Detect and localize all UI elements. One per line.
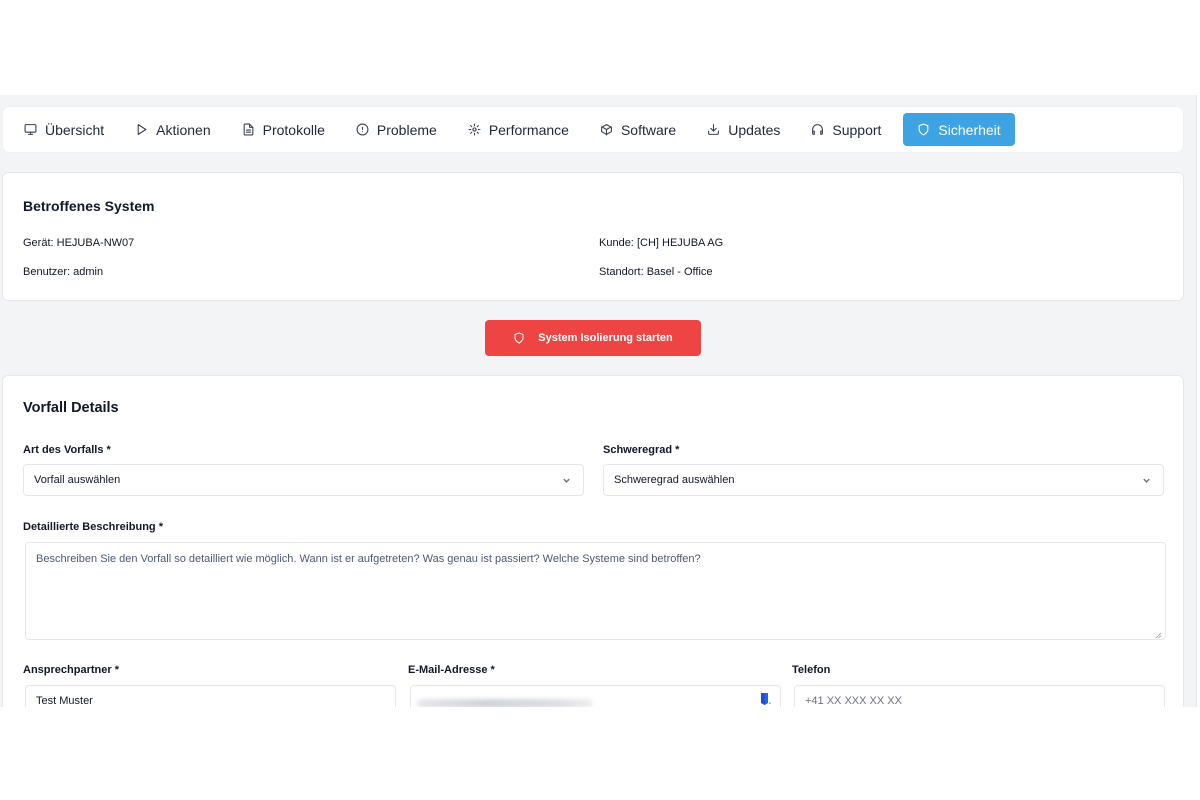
description-textarea[interactable]: Beschreiben Sie den Vorfall so detaillie… [25, 542, 1166, 640]
start-isolation-button[interactable]: System Isolierung starten [485, 320, 701, 356]
location-value: Basel - Office [646, 266, 713, 278]
severity-label: Schweregrad * [603, 444, 680, 456]
incident-details-title: Vorfall Details [23, 400, 119, 416]
scrollbar-track [1196, 95, 1197, 707]
alert-circle-icon [356, 123, 369, 136]
app-root: Übersicht Aktionen Protokolle Probleme P… [0, 95, 1196, 707]
tab-label: Updates [728, 121, 781, 138]
user-value: admin [73, 266, 104, 278]
tab-uebersicht[interactable]: Übersicht [15, 113, 113, 146]
phone-label: Telefon [792, 664, 831, 676]
tab-performance[interactable]: Performance [459, 113, 578, 146]
redacted-email-value [417, 699, 593, 707]
device-value: HEJUBA-NW07 [56, 237, 135, 249]
tab-updates[interactable]: Updates [698, 113, 789, 146]
phone-placeholder: +41 XX XXX XX XX [805, 695, 902, 707]
incident-details-card: Vorfall Details Art des Vorfalls * Vorfa… [2, 375, 1184, 707]
description-placeholder: Beschreiben Sie den Vorfall so detaillie… [36, 553, 701, 565]
tab-bar: Übersicht Aktionen Protokolle Probleme P… [2, 106, 1184, 153]
customer-key: Kunde: [599, 237, 634, 249]
user-info: Benutzer: admin [23, 266, 103, 278]
phone-input[interactable]: +41 XX XXX XX XX [794, 685, 1165, 707]
file-text-icon [243, 123, 253, 136]
tab-label: Protokolle [262, 121, 325, 138]
tab-label: Probleme [376, 121, 437, 138]
chevron-down-icon [562, 476, 571, 485]
incident-type-value: Vorfall auswählen [34, 474, 121, 486]
tab-label: Übersicht [45, 121, 105, 138]
affected-system-card: Betroffenes System Gerät: HEJUBA-NW07 Be… [2, 172, 1184, 301]
tab-label: Aktionen [156, 121, 211, 138]
play-icon [137, 124, 147, 135]
device-info: Gerät: HEJUBA-NW07 [23, 237, 134, 249]
tab-protokolle[interactable]: Protokolle [233, 113, 334, 146]
monitor-icon [24, 124, 37, 135]
headphones-icon [812, 124, 824, 135]
contact-value: Test Muster [36, 695, 93, 707]
severity-value: Schweregrad auswählen [614, 474, 735, 486]
location-info: Standort: Basel - Office [599, 266, 713, 278]
tab-label: Software [620, 121, 677, 138]
email-input[interactable] [410, 685, 781, 707]
start-isolation-label: System Isolierung starten [538, 332, 673, 344]
shield-icon [919, 123, 929, 136]
tab-support[interactable]: Support [802, 113, 890, 146]
severity-select[interactable]: Schweregrad auswählen [603, 464, 1164, 496]
package-icon [601, 124, 612, 136]
tab-probleme[interactable]: Probleme [347, 113, 446, 146]
tab-label: Performance [488, 121, 569, 138]
user-key: Benutzer: [23, 266, 71, 278]
tab-aktionen[interactable]: Aktionen [126, 113, 219, 146]
password-manager-icon[interactable] [760, 692, 772, 706]
email-label: E-Mail-Adresse * [408, 664, 495, 676]
location-key: Standort: [599, 266, 644, 278]
incident-type-select[interactable]: Vorfall auswählen [23, 464, 584, 496]
chevron-down-icon [1142, 476, 1151, 485]
tab-label: Support [832, 121, 882, 138]
tab-sicherheit[interactable]: Sicherheit [903, 113, 1015, 146]
incident-type-label: Art des Vorfalls * [23, 444, 111, 456]
customer-value: [CH] HEJUBA AG [636, 237, 724, 249]
resize-handle-icon[interactable] [1155, 629, 1162, 639]
tab-software[interactable]: Software [591, 113, 685, 146]
download-icon [708, 124, 720, 135]
contact-input[interactable]: Test Muster [25, 685, 396, 707]
settings-icon [468, 123, 481, 136]
affected-system-title: Betroffenes System [23, 198, 155, 214]
contact-label: Ansprechpartner * [23, 664, 119, 676]
tab-label: Sicherheit [938, 121, 1001, 138]
shield-icon [514, 332, 524, 344]
description-label: Detaillierte Beschreibung * [23, 521, 163, 533]
device-key: Gerät: [23, 237, 54, 249]
customer-info: Kunde: [CH] HEJUBA AG [599, 237, 723, 249]
